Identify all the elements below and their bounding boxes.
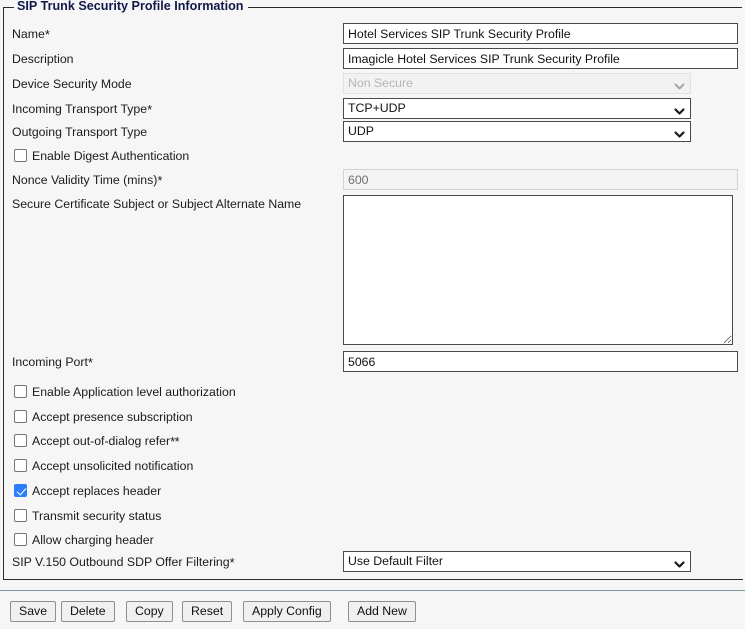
save-button[interactable]: Save bbox=[10, 601, 56, 622]
row-transmit-security-status[interactable]: Transmit security status bbox=[0, 507, 400, 531]
row-name: Name* bbox=[0, 25, 745, 49]
row-accept-unsolicited-notification[interactable]: Accept unsolicited notification bbox=[0, 457, 400, 481]
row-accept-out-of-dialog-refer[interactable]: Accept out-of-dialog refer** bbox=[0, 432, 400, 456]
copy-button[interactable]: Copy bbox=[126, 601, 173, 622]
row-incoming-port: Incoming Port* bbox=[0, 353, 745, 377]
description-input[interactable] bbox=[343, 48, 738, 69]
row-nonce-validity-time: Nonce Validity Time (mins)* bbox=[0, 171, 745, 195]
label-enable-digest-authentication: Enable Digest Authentication bbox=[32, 147, 189, 165]
fieldset-bottom-border bbox=[4, 579, 743, 580]
enable-application-level-authorization-checkbox[interactable] bbox=[14, 385, 27, 398]
label-outgoing-transport-type: Outgoing Transport Type bbox=[12, 123, 147, 141]
accept-unsolicited-notification-checkbox[interactable] bbox=[14, 459, 27, 472]
row-description: Description bbox=[0, 50, 745, 74]
row-enable-digest-authentication[interactable]: Enable Digest Authentication bbox=[0, 147, 400, 171]
label-sip-v150-outbound-sdp-offer-filtering: SIP V.150 Outbound SDP Offer Filtering* bbox=[12, 553, 234, 571]
secure-certificate-subject-textarea[interactable] bbox=[343, 195, 733, 345]
label-accept-out-of-dialog-refer: Accept out-of-dialog refer** bbox=[32, 432, 179, 450]
required-marker: * bbox=[88, 355, 93, 370]
label-allow-charging-header: Allow charging header bbox=[32, 531, 154, 549]
reset-button[interactable]: Reset bbox=[182, 601, 232, 622]
nonce-validity-time-input bbox=[343, 169, 738, 190]
row-accept-presence-subscription[interactable]: Accept presence subscription bbox=[0, 408, 400, 432]
sip-v150-outbound-sdp-offer-filtering-select[interactable]: Use Default Filter bbox=[343, 551, 691, 572]
required-marker: * bbox=[45, 27, 50, 42]
label-transmit-security-status: Transmit security status bbox=[32, 507, 161, 525]
row-device-security-mode: Device Security Mode Non Secure bbox=[0, 75, 745, 99]
add-new-button[interactable]: Add New bbox=[348, 601, 416, 622]
sip-trunk-security-profile-page: SIP Trunk Security Profile Information N… bbox=[0, 0, 745, 629]
accept-presence-subscription-checkbox[interactable] bbox=[14, 410, 27, 423]
transmit-security-status-checkbox[interactable] bbox=[14, 509, 27, 522]
accept-out-of-dialog-refer-checkbox[interactable] bbox=[14, 434, 27, 447]
label-name: Name* bbox=[12, 25, 49, 43]
footer-divider bbox=[0, 590, 745, 591]
required-marker: * bbox=[147, 102, 152, 117]
outgoing-transport-type-select[interactable]: UDP bbox=[343, 121, 691, 142]
delete-button[interactable]: Delete bbox=[61, 601, 115, 622]
row-enable-application-level-authorization[interactable]: Enable Application level authorization bbox=[0, 383, 400, 407]
row-allow-charging-header[interactable]: Allow charging header bbox=[0, 531, 400, 555]
label-secure-certificate-subject: Secure Certificate Subject or Subject Al… bbox=[12, 195, 301, 213]
required-marker: * bbox=[230, 555, 235, 570]
label-accept-unsolicited-notification: Accept unsolicited notification bbox=[32, 457, 193, 475]
apply-config-button[interactable]: Apply Config bbox=[243, 601, 331, 622]
incoming-port-input[interactable] bbox=[343, 351, 738, 372]
accept-replaces-header-checkbox[interactable] bbox=[14, 484, 27, 497]
row-outgoing-transport-type: Outgoing Transport Type UDP bbox=[0, 123, 745, 147]
incoming-transport-type-select[interactable]: TCP+UDP bbox=[343, 98, 691, 119]
label-nonce-validity-time: Nonce Validity Time (mins)* bbox=[12, 171, 162, 189]
enable-digest-authentication-checkbox[interactable] bbox=[14, 149, 27, 162]
label-description: Description bbox=[12, 50, 74, 68]
label-incoming-port: Incoming Port* bbox=[12, 353, 92, 371]
allow-charging-header-checkbox[interactable] bbox=[14, 533, 27, 546]
row-sip-v150-outbound-sdp-offer-filtering: SIP V.150 Outbound SDP Offer Filtering* … bbox=[0, 553, 745, 577]
label-accept-replaces-header: Accept replaces header bbox=[32, 482, 161, 500]
label-device-security-mode: Device Security Mode bbox=[12, 75, 132, 93]
device-security-mode-select: Non Secure bbox=[343, 73, 691, 94]
fieldset-legend: SIP Trunk Security Profile Information bbox=[14, 0, 248, 13]
row-accept-replaces-header[interactable]: Accept replaces header bbox=[0, 482, 400, 506]
label-incoming-transport-type: Incoming Transport Type* bbox=[12, 100, 152, 118]
row-secure-certificate-subject: Secure Certificate Subject or Subject Al… bbox=[0, 195, 745, 355]
action-button-bar: Save Delete Copy Reset Apply Config Add … bbox=[0, 601, 745, 623]
label-accept-presence-subscription: Accept presence subscription bbox=[32, 408, 193, 426]
name-input[interactable] bbox=[343, 23, 738, 44]
required-marker: ** bbox=[170, 434, 179, 449]
label-enable-application-level-authorization: Enable Application level authorization bbox=[32, 383, 236, 401]
required-marker: * bbox=[157, 173, 162, 188]
